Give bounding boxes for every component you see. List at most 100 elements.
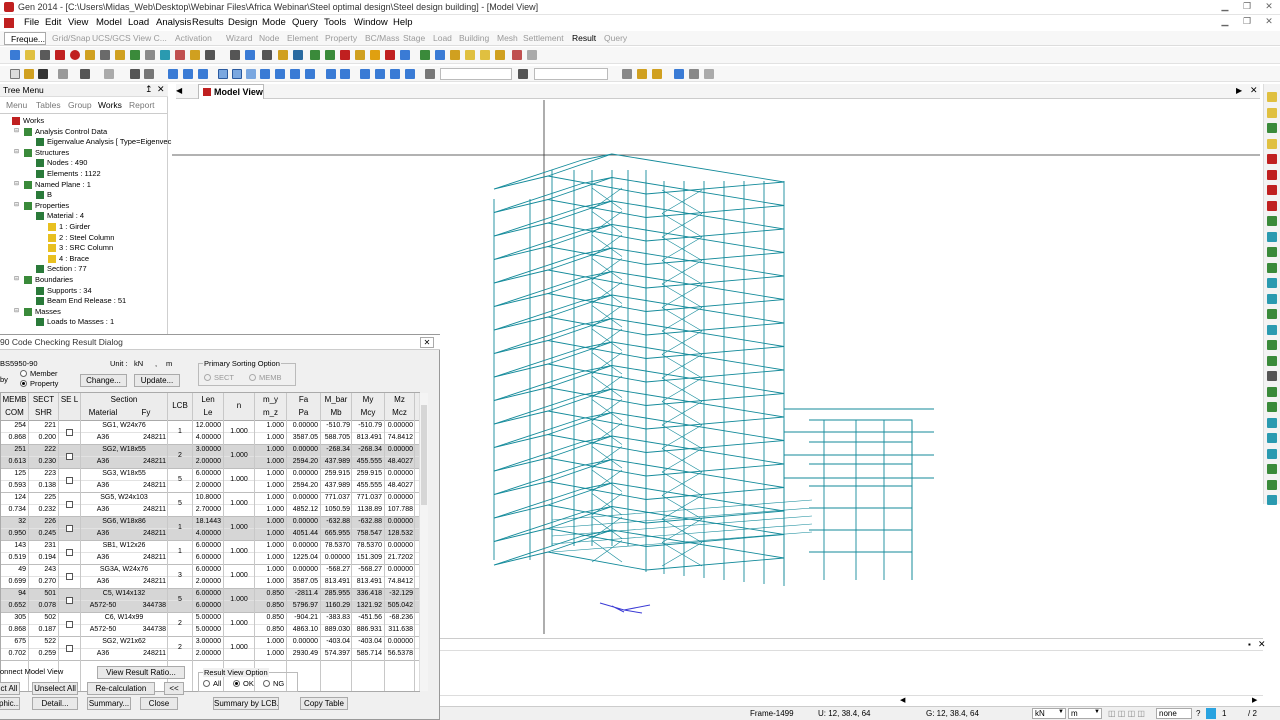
tree-node[interactable]: Analysis Control Data [35,127,107,136]
tree-expander-icon[interactable]: ⊟ [14,307,19,314]
gcs-icon[interactable] [70,50,80,60]
doc-minimize-icon[interactable]: ▁ [1218,16,1232,28]
point-snap-icon[interactable] [40,50,50,60]
tree-node[interactable]: Nodes : 490 [47,158,87,167]
activate-sel-icon[interactable] [360,69,370,79]
hidden-icon[interactable] [100,50,110,60]
length-unit-select[interactable]: m ▼ [1068,708,1102,719]
tree-node[interactable]: Eigenvalue Analysis [ Type=Eigenvec [47,137,171,146]
update-button[interactable]: Update... [134,374,180,387]
element-create-icon[interactable] [262,50,272,60]
lock-b-icon[interactable] [637,69,647,79]
view-tool-icon[interactable] [1267,309,1277,319]
tree-tab-tables[interactable]: Tables [36,100,61,110]
lock-a-icon[interactable] [622,69,632,79]
doc-restore-icon[interactable]: ❐ [1240,16,1254,28]
unselect-icon[interactable] [340,69,350,79]
view-tool-icon[interactable] [1267,216,1277,226]
select-polygon-icon[interactable] [246,69,256,79]
tree-node[interactable]: Boundaries [35,275,73,284]
row-select-checkbox[interactable] [66,621,73,628]
inverse-icon[interactable] [175,50,185,60]
row-select-checkbox[interactable] [66,501,73,508]
tab-grid-snap[interactable]: Grid/Snap [52,33,90,43]
column-header[interactable]: SECT [29,395,58,404]
scroll-right-icon[interactable]: ▶ [1236,86,1242,95]
tab-ucs-gcs[interactable]: UCS/GCS [92,33,131,43]
sort-sect-radio[interactable] [204,374,211,381]
menu-analysis[interactable]: Analysis [156,17,191,28]
menu-edit[interactable]: Edit [45,17,61,28]
tree-node[interactable]: Works [23,116,44,125]
query-icon[interactable] [465,50,475,60]
table-row[interactable]: 125 223 SG3, W18x55 6.00000 1.000 0.00000 259.… [1,469,419,493]
table-row[interactable]: 251 222 SG2, W18x55 3.00000 1.000 0.00000 -268… [1,445,419,469]
pin-icon[interactable]: ↥ [145,84,153,95]
row-select-checkbox[interactable] [66,477,73,484]
column-header[interactable]: SE L [59,395,80,404]
tab-activation[interactable]: Activation [175,33,212,43]
view-ng-radio[interactable] [263,680,270,687]
supports-icon[interactable] [325,50,335,60]
tab-building[interactable]: Building [459,33,489,43]
preview-icon[interactable] [144,69,154,79]
force-unit-select[interactable]: kN ▼ [1032,708,1066,719]
tree-node[interactable]: Material : 4 [47,211,84,220]
menu-results[interactable]: Results [192,17,224,28]
element-icon[interactable] [190,50,200,60]
pane-scroll-left-icon[interactable]: ◀ [900,696,905,704]
table-row[interactable]: 124 225 SG5, W24x103 10.8000 1.000 0.00000 771… [1,493,419,517]
tab-wizard[interactable]: Wizard [226,33,252,43]
view-tool-icon[interactable] [1267,123,1277,133]
node-copy-icon[interactable] [245,50,255,60]
tab-node[interactable]: Node [259,33,279,43]
select-single-icon[interactable] [218,69,228,79]
inactivate-sel-icon[interactable] [375,69,385,79]
column-header[interactable]: Mz [385,395,414,404]
tree-tab-report[interactable]: Report [129,100,155,110]
view-tool-icon[interactable] [1267,355,1277,366]
tab-element[interactable]: Element [287,33,318,43]
redo-icon[interactable] [104,69,114,79]
selection-combo[interactable] [440,68,512,80]
table-icon[interactable] [480,50,490,60]
menu-mode[interactable]: Mode [262,17,286,28]
load-icon[interactable] [385,50,395,60]
sort-memb-radio[interactable] [249,374,256,381]
view-tool-icon[interactable] [1267,92,1277,102]
app-icon[interactable] [4,2,14,12]
menu-view[interactable]: View [68,17,88,28]
cut-icon[interactable] [58,69,68,79]
select-all-icon[interactable] [326,69,336,79]
pan-icon[interactable] [198,69,208,79]
view-tool-icon[interactable] [1267,371,1277,381]
select-intersect-icon[interactable] [260,69,270,79]
mass-icon[interactable] [355,50,365,60]
open-file-icon[interactable] [24,69,34,79]
doc-icon[interactable] [4,18,14,28]
view-all-radio[interactable] [203,680,210,687]
pane-pin-icon[interactable]: ▪ [1248,640,1251,649]
tree-node[interactable]: B [47,190,52,199]
zoom-fit-icon[interactable] [183,69,193,79]
view-close-icon[interactable]: ✕ [1250,85,1258,96]
column-header[interactable]: My [352,395,384,404]
new-file-icon[interactable] [10,69,20,79]
view-tool-icon[interactable] [1267,433,1277,443]
view-tool-icon[interactable] [1267,200,1277,211]
options-icon[interactable] [689,69,699,79]
tab-query[interactable]: Query [604,33,627,43]
select-window-icon[interactable] [232,69,242,79]
result-icon[interactable] [450,50,460,60]
recalculation-button[interactable]: Re-calculation [87,682,155,695]
frequent-dropdown[interactable]: Freque... [4,32,46,45]
undo-icon[interactable] [80,69,90,79]
column-header[interactable]: M_bar [321,395,351,404]
display-icon[interactable] [674,69,684,79]
tree-expander-icon[interactable]: ⊟ [14,201,19,208]
active-all-icon[interactable] [390,69,400,79]
view-tool-icon[interactable] [1267,262,1277,273]
summary-by-lcb-button[interactable]: Summary by LCB... [213,697,279,710]
tab-property[interactable]: Property [325,33,357,43]
view-tool-icon[interactable] [1267,479,1277,490]
